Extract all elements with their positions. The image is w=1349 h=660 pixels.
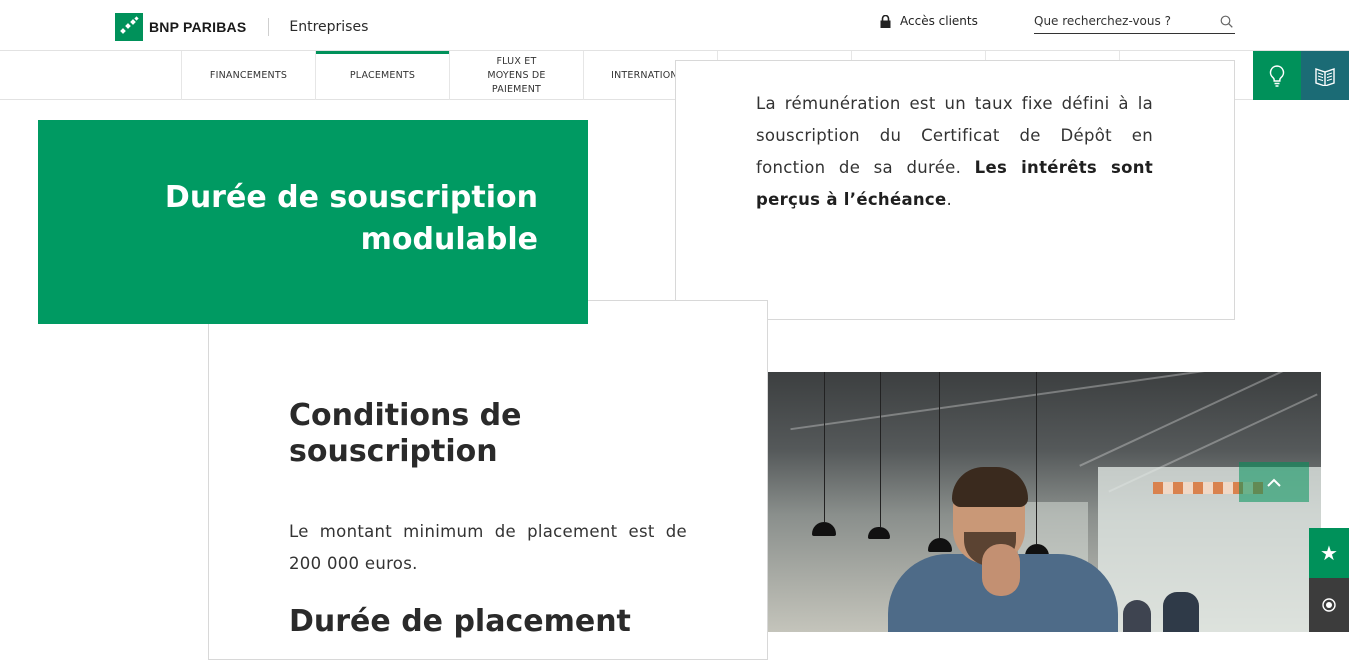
nav-item-flux-paiement[interactable]: FLUX ET MOYENS DE PAIEMENT [449, 51, 583, 100]
client-access-link[interactable]: Accès clients [880, 14, 978, 28]
ceiling-lamp [812, 522, 836, 536]
search-box [1034, 10, 1235, 34]
lightbulb-icon [1269, 64, 1285, 87]
remuneration-text: La rémunération est un taux fixe défini … [756, 88, 1153, 216]
conditions-title: Conditions de souscription [289, 398, 522, 469]
record-button[interactable] [1309, 578, 1349, 632]
lamp-cord [880, 372, 881, 527]
highlight-block: Durée de souscription modulable [38, 120, 588, 324]
remuneration-text-end: . [946, 190, 953, 209]
search-input[interactable] [1034, 10, 1214, 32]
star-icon: ★ [1320, 541, 1338, 565]
bnp-paribas-logo[interactable]: BNP PARIBAS Entreprises [115, 13, 368, 41]
duree-placement-title: Durée de placement [289, 604, 631, 639]
top-header: BNP PARIBAS Entreprises Accès clients [0, 0, 1349, 51]
man-hair [952, 467, 1028, 507]
book-icon [1315, 67, 1335, 86]
client-access-label: Accès clients [900, 14, 978, 28]
office-photo [768, 372, 1321, 632]
lock-icon [880, 14, 891, 28]
favorite-button[interactable]: ★ [1309, 528, 1349, 578]
brand-name: BNP PARIBAS [149, 19, 247, 35]
man-hand [982, 544, 1020, 596]
background-person [1163, 592, 1199, 632]
section-name[interactable]: Entreprises [289, 19, 368, 35]
lamp-cord [824, 372, 825, 522]
background-person [1123, 600, 1151, 632]
chevron-up-icon [1267, 478, 1281, 487]
bnp-logo-icon [115, 13, 143, 41]
nav-item-financements[interactable]: FINANCEMENTS [181, 51, 315, 100]
logo-divider [268, 18, 270, 36]
conditions-text: Le montant minimum de placement est de 2… [289, 522, 687, 573]
search-icon[interactable] [1220, 15, 1233, 28]
ceiling-line [790, 372, 1306, 431]
lamp-cord [1036, 372, 1037, 544]
ceiling-lamp [868, 527, 890, 539]
library-button[interactable] [1301, 51, 1349, 100]
highlight-title: Durée de souscription modulable [164, 180, 538, 257]
radio-icon [1322, 598, 1336, 612]
lamp-cord [939, 372, 940, 538]
ceiling-lamp [928, 538, 952, 552]
back-to-top-button[interactable] [1239, 462, 1309, 502]
nav-item-placements[interactable]: PLACEMENTS [315, 51, 449, 100]
ideas-button[interactable] [1253, 51, 1301, 100]
